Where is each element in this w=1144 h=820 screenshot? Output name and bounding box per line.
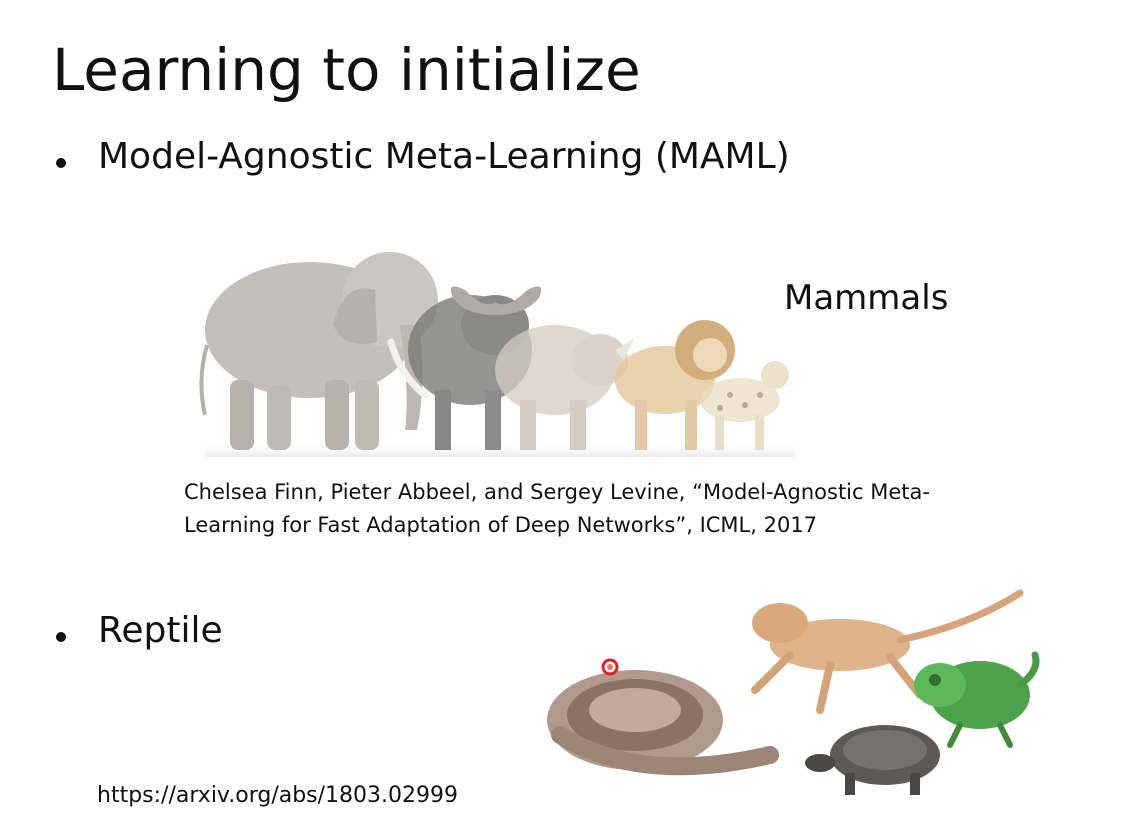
bullet-dot-icon xyxy=(56,632,66,642)
citation: Chelsea Finn, Pieter Abbeel, and Sergey … xyxy=(184,476,1084,542)
snake-figure xyxy=(547,658,779,776)
chameleon-figure xyxy=(914,651,1040,748)
elephant-figure xyxy=(199,252,438,450)
citation-line-1: Chelsea Finn, Pieter Abbeel, and Sergey … xyxy=(184,480,930,504)
bullet-maml: Model-Agnostic Meta-Learning (MAML) xyxy=(56,136,790,177)
bullet-reptile: Reptile xyxy=(56,610,223,651)
slide: Learning to initialize Model-Agnostic Me… xyxy=(0,0,1144,820)
tortoise-figure xyxy=(805,725,940,795)
mammals-image xyxy=(199,252,795,457)
citation-line-2: Learning for Fast Adaptation of Deep Net… xyxy=(184,513,818,537)
rhinoceros-figure xyxy=(495,325,635,450)
slide-title: Learning to initialize xyxy=(52,36,641,104)
mammals-label: Mammals xyxy=(784,278,949,318)
reference-url[interactable]: https://arxiv.org/abs/1803.02999 xyxy=(97,783,458,808)
bullet-dot-icon xyxy=(56,158,66,168)
bullet-reptile-text: Reptile xyxy=(98,610,223,651)
bullet-maml-text: Model-Agnostic Meta-Learning (MAML) xyxy=(98,136,790,177)
reptiles-image xyxy=(547,589,1040,795)
